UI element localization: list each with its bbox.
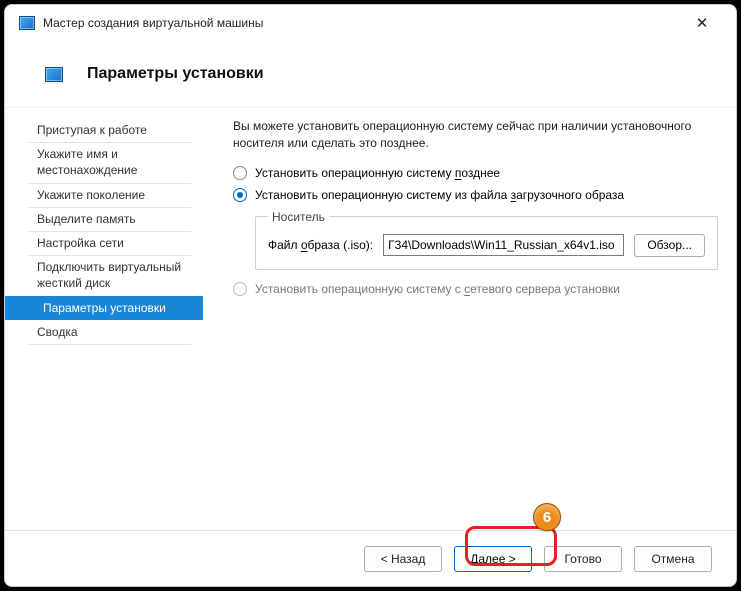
main-panel: Вы можете установить операционную систем… xyxy=(203,108,736,523)
close-icon[interactable]: ✕ xyxy=(682,14,722,32)
option-install-later[interactable]: Установить операционную систему позднее xyxy=(233,166,718,180)
option-install-from-network-label: Установить операционную систему с сетево… xyxy=(255,282,620,296)
intro-text: Вы можете установить операционную систем… xyxy=(233,118,718,152)
option-install-from-image-label: Установить операционную систему из файла… xyxy=(255,188,624,202)
wizard-steps-sidebar: Приступая к работе Укажите имя и местона… xyxy=(5,108,203,523)
option-install-later-label: Установить операционную систему позднее xyxy=(255,166,500,180)
option-install-from-network[interactable]: Установить операционную систему с сетево… xyxy=(233,282,718,296)
sidebar-item-network[interactable]: Настройка сети xyxy=(5,231,203,255)
back-button[interactable]: < Назад xyxy=(364,546,442,572)
media-legend: Носитель xyxy=(268,210,329,224)
sidebar-item-name-location[interactable]: Укажите имя и местонахождение xyxy=(5,142,203,182)
cancel-button[interactable]: Отмена xyxy=(634,546,712,572)
iso-file-label: Файл образа (.iso): xyxy=(268,238,373,252)
app-icon xyxy=(19,16,35,30)
radio-icon xyxy=(233,282,247,296)
finish-button[interactable]: Готово xyxy=(544,546,622,572)
page-header: Параметры установки xyxy=(5,39,736,108)
window-title: Мастер создания виртуальной машины xyxy=(43,16,263,30)
media-group: Носитель Файл образа (.iso): Обзор... xyxy=(255,210,718,270)
radio-icon xyxy=(233,188,247,202)
option-install-from-image[interactable]: Установить операционную систему из файла… xyxy=(233,188,718,202)
sidebar-item-vhd[interactable]: Подключить виртуальный жесткий диск xyxy=(5,255,203,295)
wizard-window: Мастер создания виртуальной машины ✕ Пар… xyxy=(4,4,737,587)
sidebar-item-memory[interactable]: Выделите память xyxy=(5,207,203,231)
page-title: Параметры установки xyxy=(87,65,264,83)
next-button[interactable]: Далее > xyxy=(454,546,532,572)
page-icon xyxy=(45,67,63,82)
sidebar-item-getting-started[interactable]: Приступая к работе xyxy=(5,118,203,142)
sidebar-item-generation[interactable]: Укажите поколение xyxy=(5,183,203,207)
titlebar: Мастер создания виртуальной машины ✕ xyxy=(5,5,736,39)
sidebar-item-summary[interactable]: Сводка xyxy=(5,320,203,344)
radio-icon xyxy=(233,166,247,180)
wizard-footer: < Назад Далее > Готово Отмена xyxy=(5,530,736,586)
iso-file-input[interactable] xyxy=(383,234,624,256)
browse-button[interactable]: Обзор... xyxy=(634,234,705,257)
sidebar-item-install-options[interactable]: Параметры установки xyxy=(5,296,203,320)
